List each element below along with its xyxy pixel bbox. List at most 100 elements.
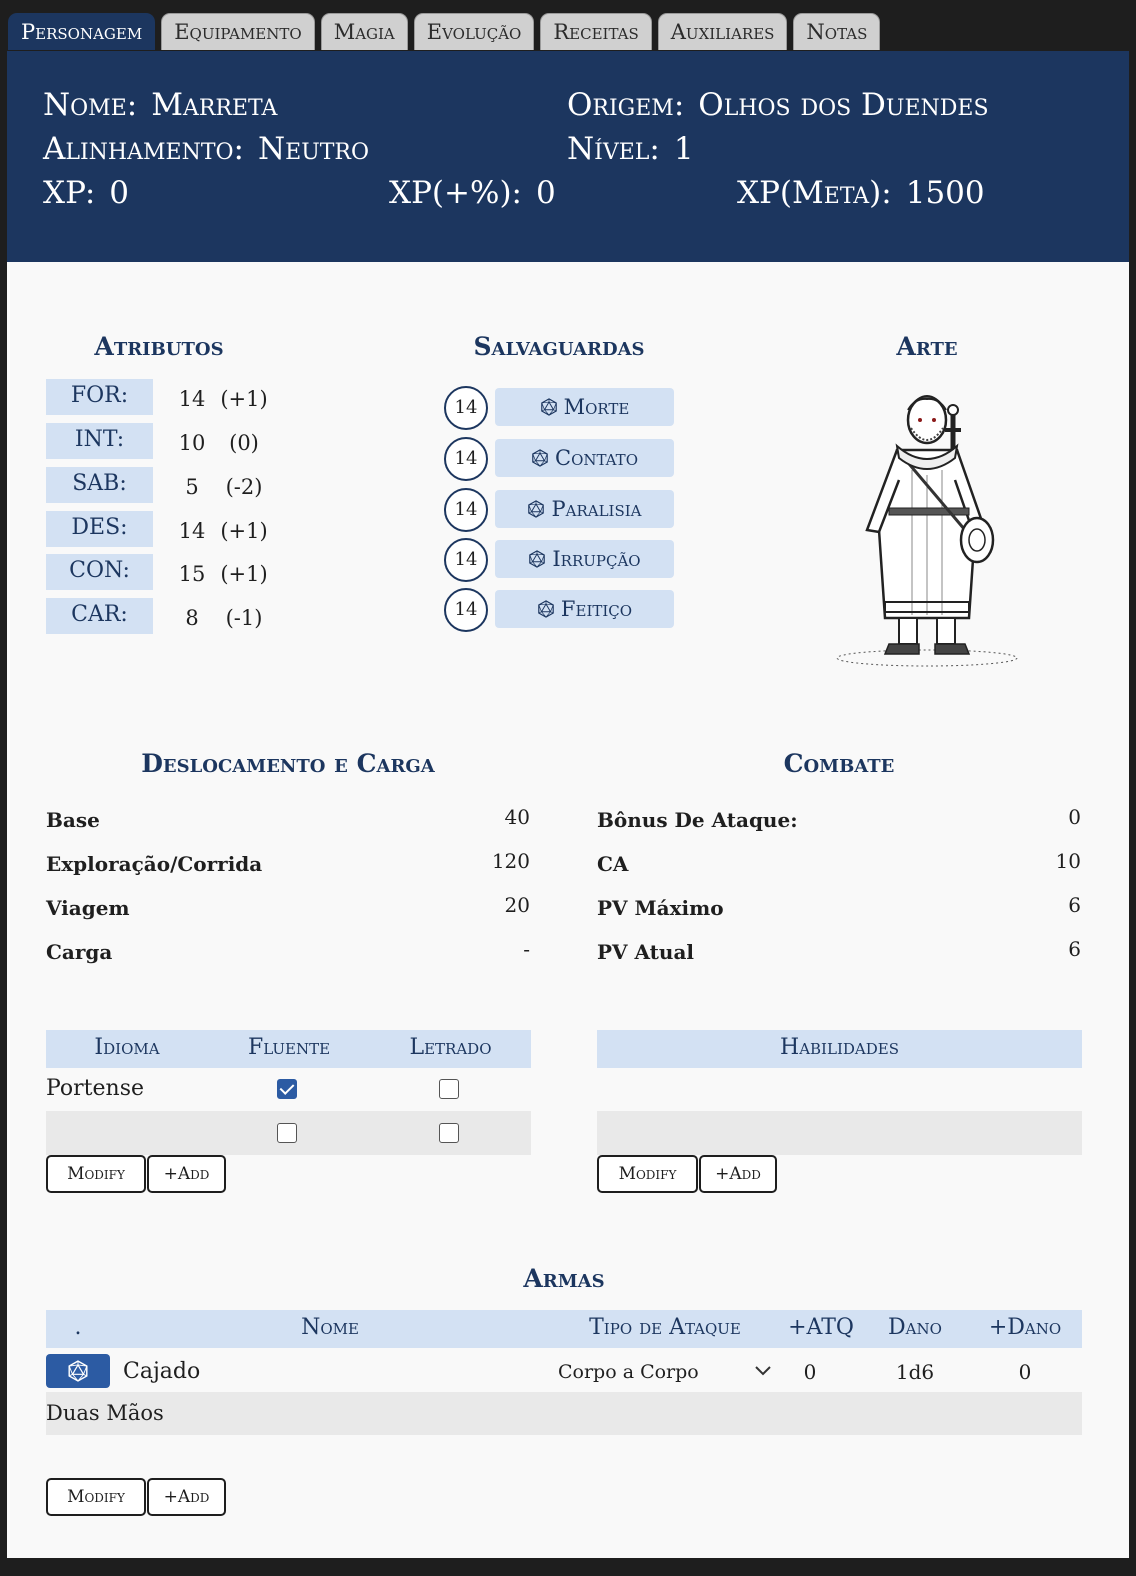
saving-throw-row: 14 Morte: [444, 386, 684, 430]
attribute-value[interactable]: 14: [172, 511, 212, 551]
attribute-row: FOR: 14 (+1): [46, 379, 286, 415]
letrado-checkbox[interactable]: [439, 1123, 459, 1143]
tab-notas[interactable]: Notas: [793, 13, 881, 50]
attribute-value[interactable]: 10: [172, 423, 212, 463]
tab-auxiliares[interactable]: Auxiliares: [657, 13, 788, 50]
fluente-checkbox[interactable]: [277, 1079, 297, 1099]
combat-value[interactable]: 6: [1068, 934, 1081, 964]
skill-row[interactable]: [597, 1111, 1082, 1155]
tab-evolucao[interactable]: Evolução: [413, 13, 535, 50]
chevron-down-icon: [755, 1366, 771, 1376]
attribute-modifier: (+1): [220, 562, 268, 586]
deslocamento-title: Deslocamento e Carga: [141, 749, 435, 778]
weapons-modify-button[interactable]: Modify: [46, 1478, 146, 1516]
origem-value[interactable]: Olhos dos Duendes: [698, 87, 988, 123]
movement-row: Carga -: [46, 934, 530, 978]
weapons-add-button[interactable]: +Add: [147, 1478, 226, 1516]
attribute-row: CON: 15 (+1): [46, 554, 286, 590]
language-name[interactable]: Portense: [46, 1068, 144, 1110]
movement-row: Viagem 20: [46, 890, 530, 934]
attribute-modifier: (-1): [225, 606, 263, 630]
fluente-checkbox[interactable]: [277, 1123, 297, 1143]
salvaguardas-title: Salvaguardas: [473, 332, 645, 361]
tab-personagem[interactable]: Personagem: [8, 13, 156, 50]
xp-bonus-label: XP(+%):: [389, 175, 522, 211]
column-header-bonus-dano: +Dano: [988, 1315, 1062, 1340]
attack-type-select[interactable]: Corpo a Corpo: [556, 1354, 776, 1388]
attribute-value[interactable]: 14: [172, 379, 212, 419]
combat-label: PV Máximo: [597, 896, 724, 920]
d20-icon: [68, 1360, 88, 1382]
saving-throw-value[interactable]: 14: [444, 588, 488, 632]
weapon-properties[interactable]: Duas Mãos: [46, 1392, 164, 1435]
movement-label: Carga: [46, 940, 113, 964]
languages-modify-button[interactable]: Modify: [46, 1155, 146, 1193]
attribute-label[interactable]: DES:: [46, 511, 153, 547]
nome-value[interactable]: Marreta: [151, 87, 277, 123]
attribute-label[interactable]: SAB:: [46, 467, 153, 503]
saving-throw-roll-button[interactable]: Paralisia: [495, 490, 674, 528]
attribute-row: CAR: 8 (-1): [46, 598, 286, 634]
combat-row: PV Atual 6: [597, 934, 1081, 978]
column-header-tipo-ataque: Tipo de Ataque: [589, 1315, 741, 1340]
movement-value[interactable]: 20: [505, 890, 530, 920]
saving-throw-roll-button[interactable]: Feitiço: [495, 590, 674, 628]
attribute-value[interactable]: 15: [172, 554, 212, 594]
letrado-checkbox[interactable]: [439, 1079, 459, 1099]
saving-throw-value[interactable]: 14: [444, 488, 488, 532]
armas-title: Armas: [523, 1264, 605, 1293]
attribute-label[interactable]: FOR:: [46, 379, 153, 415]
combat-row: CA 10: [597, 846, 1081, 890]
xp-value[interactable]: 0: [109, 175, 129, 211]
column-header-fluente: Fluente: [247, 1035, 331, 1060]
saving-throw-roll-button[interactable]: Morte: [495, 388, 674, 426]
weapon-name[interactable]: Cajado: [123, 1350, 200, 1394]
d20-icon: [532, 449, 548, 467]
xp-bonus-value[interactable]: 0: [536, 175, 556, 211]
column-header-roll: .: [74, 1315, 82, 1340]
saving-throw-value[interactable]: 14: [444, 386, 488, 430]
attribute-label[interactable]: CAR:: [46, 598, 153, 634]
nivel-value[interactable]: 1: [674, 131, 694, 167]
saving-throw-roll-button[interactable]: Contato: [495, 439, 674, 477]
combat-value[interactable]: 0: [1068, 802, 1081, 832]
attribute-value[interactable]: 5: [172, 467, 212, 507]
saving-throw-value[interactable]: 14: [444, 538, 488, 582]
saving-throw-label: Feitiço: [560, 597, 633, 621]
tab-equipamento[interactable]: Equipamento: [161, 13, 315, 50]
saving-throw-label: Contato: [555, 446, 638, 470]
attribute-modifier: (+1): [220, 519, 268, 543]
tab-magia[interactable]: Magia: [320, 13, 408, 50]
attribute-value[interactable]: 8: [172, 598, 212, 638]
weapon-roll-button[interactable]: [46, 1354, 110, 1388]
weapon-atq[interactable]: 0: [780, 1350, 840, 1394]
column-header-habilidades: Habilidades: [780, 1035, 899, 1060]
saving-throw-value[interactable]: 14: [444, 437, 488, 481]
combat-value[interactable]: 6: [1068, 890, 1081, 920]
languages-table-header: Idioma Fluente Letrado: [46, 1030, 531, 1068]
movement-row: Base 40: [46, 802, 530, 846]
attribute-row: DES: 14 (+1): [46, 511, 286, 547]
combat-row: PV Máximo 6: [597, 890, 1081, 934]
attribute-label[interactable]: INT:: [46, 423, 153, 459]
tab-receitas[interactable]: Receitas: [540, 13, 652, 50]
languages-add-button[interactable]: +Add: [147, 1155, 226, 1193]
xp-field: XP: 0: [43, 175, 129, 211]
alinhamento-value[interactable]: Neutro: [258, 131, 369, 167]
weapon-bonus-dano[interactable]: 0: [968, 1350, 1082, 1394]
movement-value[interactable]: 120: [492, 846, 530, 876]
attack-type-value: Corpo a Corpo: [558, 1361, 699, 1383]
language-row: [46, 1111, 531, 1155]
combat-label: Bônus De Ataque:: [597, 808, 798, 832]
combat-value[interactable]: 10: [1056, 846, 1081, 876]
character-portrait[interactable]: [827, 380, 1027, 675]
combat-row: Bônus De Ataque: 0: [597, 802, 1081, 846]
movement-value[interactable]: -: [523, 934, 530, 964]
movement-value[interactable]: 40: [505, 802, 530, 832]
origem-label: Origem:: [567, 87, 685, 123]
attribute-label[interactable]: CON:: [46, 554, 153, 590]
skills-modify-button[interactable]: Modify: [597, 1155, 698, 1193]
skills-add-button[interactable]: +Add: [699, 1155, 777, 1193]
weapon-dano[interactable]: 1d6: [862, 1350, 968, 1394]
saving-throw-roll-button[interactable]: Irrupção: [495, 540, 674, 578]
